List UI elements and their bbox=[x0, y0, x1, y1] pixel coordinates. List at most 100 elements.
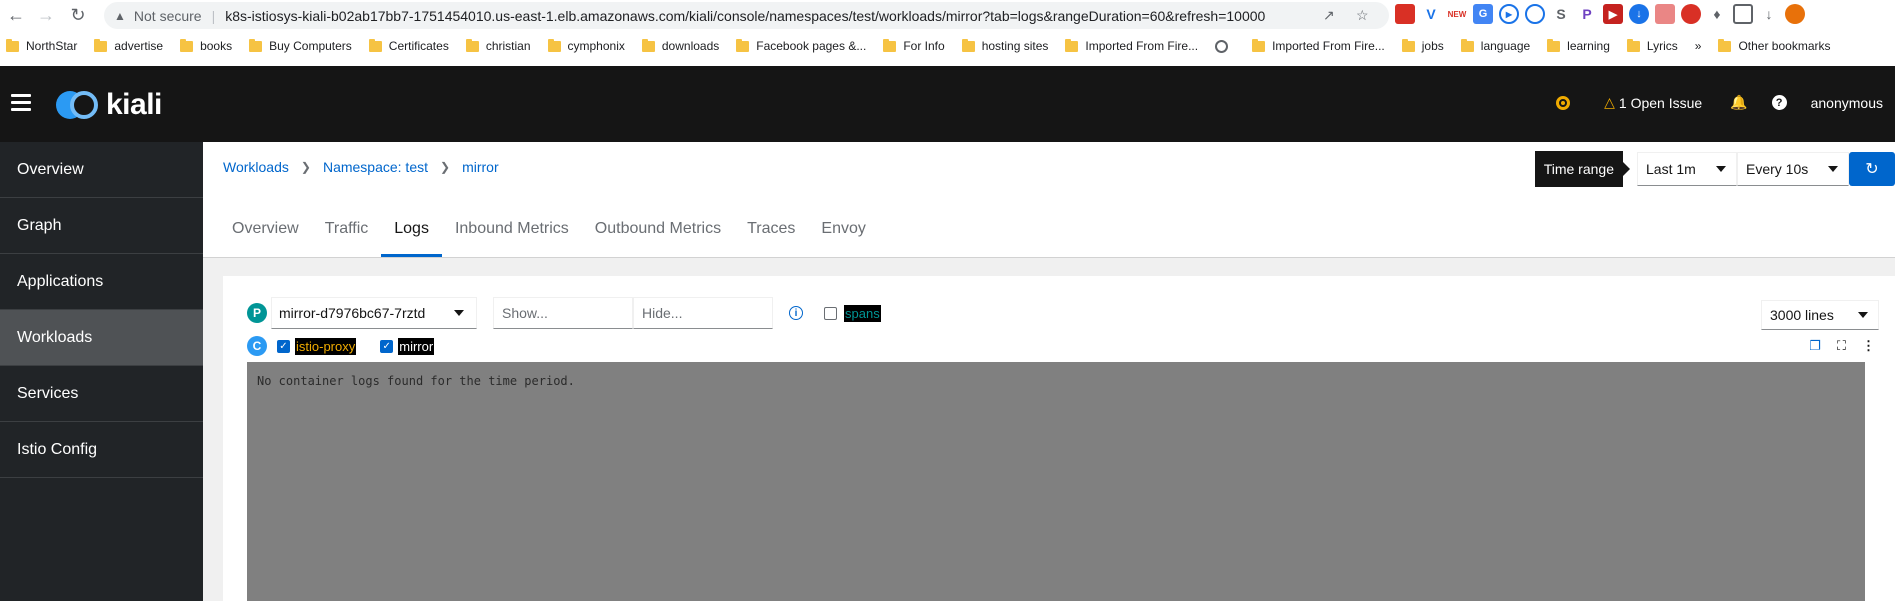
address-bar[interactable]: ▲ Not secure | k8s-istiosys-kiali-b02ab1… bbox=[104, 2, 1389, 29]
star-icon[interactable]: ☆ bbox=[1356, 7, 1372, 23]
extension-adblock-icon[interactable] bbox=[1681, 4, 1701, 24]
expand-icon[interactable]: ⛶ bbox=[1837, 338, 1846, 354]
folder-icon bbox=[961, 38, 975, 52]
user-menu[interactable]: anonymous bbox=[1811, 95, 1883, 111]
pod-select[interactable]: mirror-d7976bc67-7rztd bbox=[271, 297, 477, 329]
open-issues-indicator[interactable]: △ 1 Open Issue bbox=[1604, 94, 1702, 111]
side-panel-icon[interactable] bbox=[1733, 4, 1753, 24]
bookmark-item[interactable]: advertise bbox=[94, 38, 163, 53]
bookmark-item[interactable]: books bbox=[180, 38, 232, 53]
extensions-puzzle-icon[interactable]: ♦ bbox=[1707, 4, 1727, 24]
breadcrumb-workload[interactable]: mirror bbox=[462, 159, 499, 175]
reload-icon[interactable]: ↻ bbox=[64, 1, 92, 29]
extension-camera-icon[interactable] bbox=[1655, 4, 1675, 24]
breadcrumb-namespace[interactable]: Namespace: test bbox=[323, 159, 428, 175]
kiali-logo[interactable]: kiali bbox=[56, 88, 162, 122]
extension-download-icon[interactable]: ↓ bbox=[1629, 4, 1649, 24]
bookmark-item[interactable]: christian bbox=[465, 38, 531, 53]
sidebar-item-istio-config[interactable]: Istio Config bbox=[0, 422, 203, 478]
sidebar-item-applications[interactable]: Applications bbox=[0, 254, 203, 310]
breadcrumb-workloads[interactable]: Workloads bbox=[223, 159, 289, 175]
bookmark-globe[interactable] bbox=[1215, 39, 1235, 53]
time-range-select[interactable]: Last 1m bbox=[1637, 152, 1737, 186]
download-tray-icon[interactable]: ↓ bbox=[1759, 4, 1779, 24]
extension-v-icon[interactable]: V bbox=[1421, 4, 1441, 24]
bookmark-item[interactable]: downloads bbox=[641, 38, 720, 53]
kiali-logo-text: kiali bbox=[106, 88, 162, 121]
sidebar-item-services[interactable]: Services bbox=[0, 366, 203, 422]
istio-proxy-checkbox[interactable]: ✓ bbox=[277, 339, 290, 353]
folder-icon bbox=[1547, 38, 1561, 52]
tab-outbound-metrics[interactable]: Outbound Metrics bbox=[582, 203, 734, 257]
mirror-checkbox[interactable]: ✓ bbox=[380, 339, 394, 353]
bookmark-label: learning bbox=[1567, 39, 1610, 53]
share-icon[interactable]: ↗ bbox=[1323, 7, 1339, 23]
not-secure-label: Not secure bbox=[133, 7, 202, 24]
extension-record-icon[interactable]: ▶ bbox=[1603, 4, 1623, 24]
bell-icon[interactable]: 🔔 bbox=[1730, 94, 1747, 111]
profile-avatar-icon[interactable] bbox=[1785, 4, 1805, 24]
refresh-interval-value: Every 10s bbox=[1746, 161, 1809, 177]
extension-play-icon[interactable]: ▶ bbox=[1499, 4, 1519, 24]
folder-icon bbox=[547, 38, 561, 52]
info-icon[interactable]: i bbox=[789, 306, 803, 320]
sidebar-item-overview[interactable]: Overview bbox=[0, 142, 203, 198]
tab-logs[interactable]: Logs bbox=[381, 203, 442, 257]
bookmark-item[interactable]: Lyrics bbox=[1626, 38, 1678, 53]
bookmark-label: language bbox=[1480, 39, 1531, 53]
container-filter-row: C ✓ istio-proxy ✓ mirror bbox=[247, 336, 435, 356]
extension-s-icon[interactable]: S bbox=[1551, 4, 1571, 24]
sidebar-item-graph[interactable]: Graph bbox=[0, 198, 203, 254]
extension-translate-icon[interactable]: G bbox=[1473, 4, 1493, 24]
bookmark-item[interactable]: Facebook pages &... bbox=[736, 38, 866, 53]
help-icon[interactable]: ? bbox=[1771, 95, 1787, 110]
bookmark-item[interactable]: hosting sites bbox=[961, 38, 1048, 53]
warning-icon: △ bbox=[1604, 94, 1615, 110]
tab-traffic[interactable]: Traffic bbox=[312, 203, 382, 257]
refresh-interval-select[interactable]: Every 10s bbox=[1737, 152, 1849, 186]
tab-envoy[interactable]: Envoy bbox=[808, 203, 878, 257]
bookmark-item[interactable]: Buy Computers bbox=[249, 38, 352, 53]
bookmark-item[interactable]: learning bbox=[1547, 38, 1610, 53]
show-filter-input[interactable]: Show... bbox=[493, 297, 633, 329]
other-bookmarks[interactable]: Other bookmarks bbox=[1718, 38, 1831, 53]
bookmark-item[interactable]: jobs bbox=[1401, 38, 1444, 53]
tab-inbound-metrics[interactable]: Inbound Metrics bbox=[442, 203, 582, 257]
bookmark-item[interactable]: Certificates bbox=[368, 38, 449, 53]
extension-red-icon[interactable] bbox=[1395, 4, 1415, 24]
istio-status-icon[interactable] bbox=[1556, 95, 1571, 110]
refresh-button[interactable]: ↻ bbox=[1849, 152, 1895, 186]
tab-traces[interactable]: Traces bbox=[734, 203, 808, 257]
extension-chat-icon[interactable] bbox=[1525, 4, 1545, 24]
folder-icon bbox=[465, 38, 479, 52]
other-bookmarks-label: Other bookmarks bbox=[1738, 39, 1831, 53]
bookmark-item[interactable]: Imported From Fire... bbox=[1065, 38, 1199, 53]
sidebar-item-workloads[interactable]: Workloads bbox=[0, 310, 203, 366]
log-tools: ❐ ⛶ ⋮ bbox=[1809, 338, 1875, 354]
kebab-menu-icon[interactable]: ⋮ bbox=[1862, 338, 1875, 354]
bookmark-label: Imported From Fire... bbox=[1085, 39, 1199, 53]
folder-icon bbox=[883, 38, 897, 52]
bookmark-item[interactable]: For Info bbox=[883, 38, 945, 53]
log-output[interactable]: No container logs found for the time per… bbox=[247, 362, 1865, 601]
copy-icon[interactable]: ❐ bbox=[1809, 338, 1821, 354]
bookmark-label: downloads bbox=[661, 39, 720, 53]
hide-filter-input[interactable]: Hide... bbox=[633, 297, 773, 329]
bookmark-item[interactable]: Imported From Fire... bbox=[1252, 38, 1385, 53]
time-toolbar: Time range Last 1m Every 10s ↻ bbox=[1534, 151, 1895, 187]
tab-overview[interactable]: Overview bbox=[219, 203, 312, 257]
extension-p-icon[interactable]: P bbox=[1577, 4, 1597, 24]
max-lines-select[interactable]: 3000 lines bbox=[1761, 300, 1879, 330]
bookmarks-overflow[interactable]: » bbox=[1695, 39, 1702, 53]
container-label-mirror: mirror bbox=[398, 337, 435, 355]
spans-checkbox[interactable] bbox=[824, 306, 837, 320]
hamburger-menu-icon[interactable] bbox=[11, 94, 31, 112]
forward-arrow-icon[interactable]: → bbox=[32, 1, 60, 29]
sync-icon: ↻ bbox=[1865, 161, 1879, 178]
spans-label: spans bbox=[844, 304, 881, 322]
extension-new-icon[interactable]: NEW bbox=[1447, 4, 1467, 24]
bookmark-item[interactable]: language bbox=[1460, 38, 1531, 53]
bookmark-item[interactable]: NorthStar bbox=[6, 38, 77, 53]
bookmark-item[interactable]: cymphonix bbox=[547, 38, 625, 53]
back-arrow-icon[interactable]: ← bbox=[2, 1, 30, 29]
